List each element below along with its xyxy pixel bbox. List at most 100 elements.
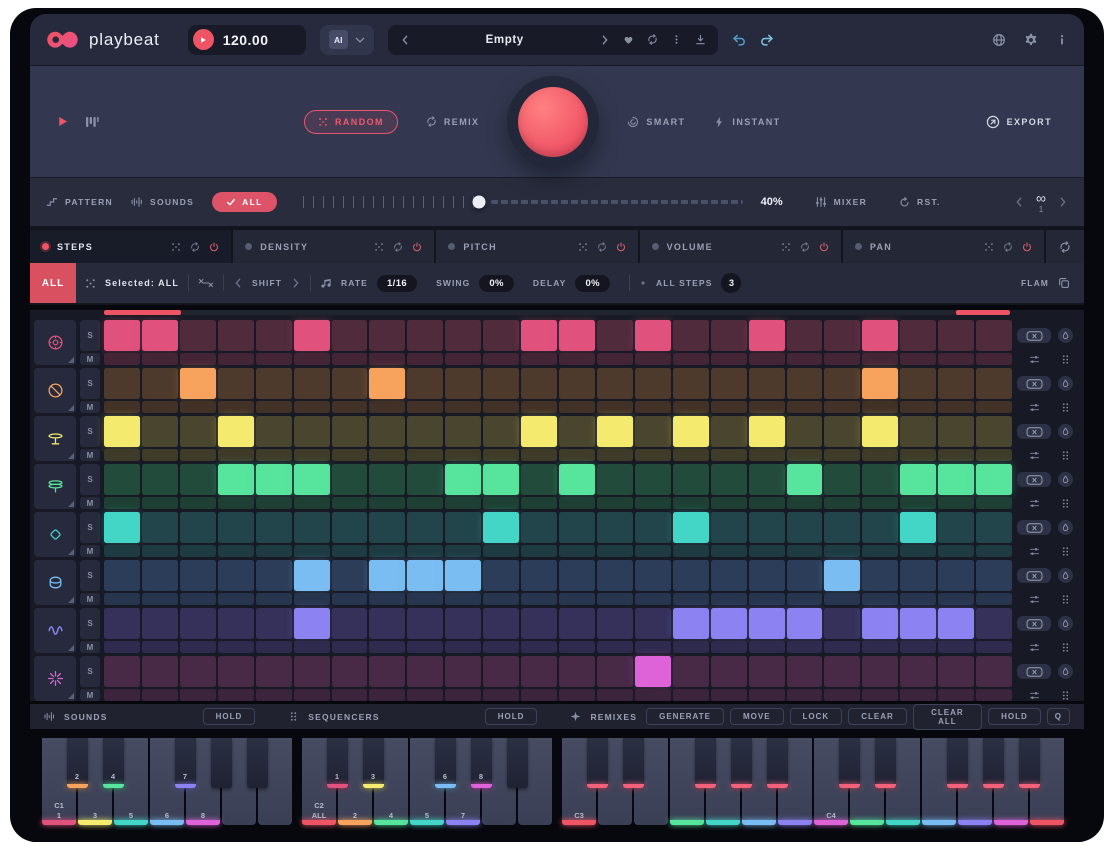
substep-4-3[interactable]: [180, 497, 216, 509]
drag-handle[interactable]: [1060, 450, 1071, 461]
step-7-14[interactable]: [597, 608, 633, 639]
substep-8-2[interactable]: [142, 689, 178, 701]
step-2-21[interactable]: [862, 368, 898, 399]
tab-volume[interactable]: VOLUME: [640, 230, 841, 263]
step-4-5[interactable]: [256, 464, 292, 495]
step-5-7[interactable]: [332, 512, 368, 543]
substep-2-3[interactable]: [180, 401, 216, 413]
solo-button[interactable]: S: [80, 416, 100, 447]
substep-7-9[interactable]: [407, 641, 443, 653]
step-3-11[interactable]: [483, 416, 519, 447]
substep-4-22[interactable]: [900, 497, 936, 509]
step-3-23[interactable]: [938, 416, 974, 447]
step-7-11[interactable]: [483, 608, 519, 639]
dice-icon[interactable]: [85, 278, 96, 289]
drag-handle[interactable]: [1060, 498, 1071, 509]
substep-6-10[interactable]: [445, 593, 481, 605]
substep-7-24[interactable]: [976, 641, 1012, 653]
substep-6-24[interactable]: [976, 593, 1012, 605]
step-5-1[interactable]: [104, 512, 140, 543]
step-3-17[interactable]: [711, 416, 747, 447]
substep-8-5[interactable]: [256, 689, 292, 701]
mute-button[interactable]: M: [80, 401, 100, 413]
substep-8-21[interactable]: [862, 689, 898, 701]
step-4-21[interactable]: [862, 464, 898, 495]
step-5-10[interactable]: [445, 512, 481, 543]
step-3-12[interactable]: [521, 416, 557, 447]
step-1-13[interactable]: [559, 320, 595, 351]
substep-8-10[interactable]: [445, 689, 481, 701]
step-8-7[interactable]: [332, 656, 368, 687]
substep-2-7[interactable]: [332, 401, 368, 413]
substep-5-21[interactable]: [862, 545, 898, 557]
random-button[interactable]: RANDOM: [304, 110, 398, 134]
step-6-24[interactable]: [976, 560, 1012, 591]
generate-big-button-face[interactable]: [518, 87, 588, 157]
step-2-6[interactable]: [294, 368, 330, 399]
substep-2-19[interactable]: [787, 401, 823, 413]
substep-2-2[interactable]: [142, 401, 178, 413]
step-2-24[interactable]: [976, 368, 1012, 399]
substep-3-24[interactable]: [976, 449, 1012, 461]
step-3-21[interactable]: [862, 416, 898, 447]
all-tracks-tab[interactable]: ALL: [30, 263, 76, 303]
step-6-19[interactable]: [787, 560, 823, 591]
substep-3-14[interactable]: [597, 449, 633, 461]
substep-4-16[interactable]: [673, 497, 709, 509]
substep-7-15[interactable]: [635, 641, 671, 653]
substep-4-1[interactable]: [104, 497, 140, 509]
step-8-18[interactable]: [749, 656, 785, 687]
step-8-13[interactable]: [559, 656, 595, 687]
bpm-value[interactable]: 120.00: [223, 32, 269, 48]
substep-6-3[interactable]: [180, 593, 216, 605]
preset-name[interactable]: Empty: [423, 34, 587, 46]
step-1-21[interactable]: [862, 320, 898, 351]
substep-8-22[interactable]: [900, 689, 936, 701]
substep-6-5[interactable]: [256, 593, 292, 605]
step-8-12[interactable]: [521, 656, 557, 687]
substep-2-8[interactable]: [369, 401, 405, 413]
substep-6-21[interactable]: [862, 593, 898, 605]
step-1-16[interactable]: [673, 320, 709, 351]
substep-6-2[interactable]: [142, 593, 178, 605]
track-select-kick[interactable]: [34, 320, 76, 365]
step-3-22[interactable]: [900, 416, 936, 447]
substep-5-17[interactable]: [711, 545, 747, 557]
substep-7-7[interactable]: [332, 641, 368, 653]
clear-steps-button[interactable]: [1017, 376, 1051, 391]
preset-prev-button[interactable]: [400, 35, 410, 45]
substep-2-23[interactable]: [938, 401, 974, 413]
substep-8-4[interactable]: [218, 689, 254, 701]
substep-7-3[interactable]: [180, 641, 216, 653]
substep-5-19[interactable]: [787, 545, 823, 557]
remix-clear-button[interactable]: CLEAR: [848, 708, 907, 725]
step-6-1[interactable]: [104, 560, 140, 591]
substep-1-22[interactable]: [900, 353, 936, 365]
substep-5-23[interactable]: [938, 545, 974, 557]
delay-value[interactable]: 0%: [575, 275, 610, 292]
track-select-tom[interactable]: [34, 560, 76, 605]
substep-1-5[interactable]: [256, 353, 292, 365]
substep-5-24[interactable]: [976, 545, 1012, 557]
clear-steps-button[interactable]: [1017, 664, 1051, 679]
step-3-8[interactable]: [369, 416, 405, 447]
step-8-1[interactable]: [104, 656, 140, 687]
substep-5-4[interactable]: [218, 545, 254, 557]
substep-4-4[interactable]: [218, 497, 254, 509]
step-6-16[interactable]: [673, 560, 709, 591]
step-7-22[interactable]: [900, 608, 936, 639]
step-6-20[interactable]: [824, 560, 860, 591]
all-steps-value[interactable]: 3: [721, 273, 741, 293]
step-3-9[interactable]: [407, 416, 443, 447]
substep-2-11[interactable]: [483, 401, 519, 413]
step-6-4[interactable]: [218, 560, 254, 591]
substep-4-18[interactable]: [749, 497, 785, 509]
substep-1-20[interactable]: [824, 353, 860, 365]
substep-1-19[interactable]: [787, 353, 823, 365]
step-5-13[interactable]: [559, 512, 595, 543]
substep-6-13[interactable]: [559, 593, 595, 605]
remix-move-button[interactable]: MOVE: [730, 708, 784, 725]
generate-big-button[interactable]: [507, 76, 599, 168]
substep-7-20[interactable]: [824, 641, 860, 653]
pattern-view-button[interactable]: PATTERN: [46, 196, 113, 208]
